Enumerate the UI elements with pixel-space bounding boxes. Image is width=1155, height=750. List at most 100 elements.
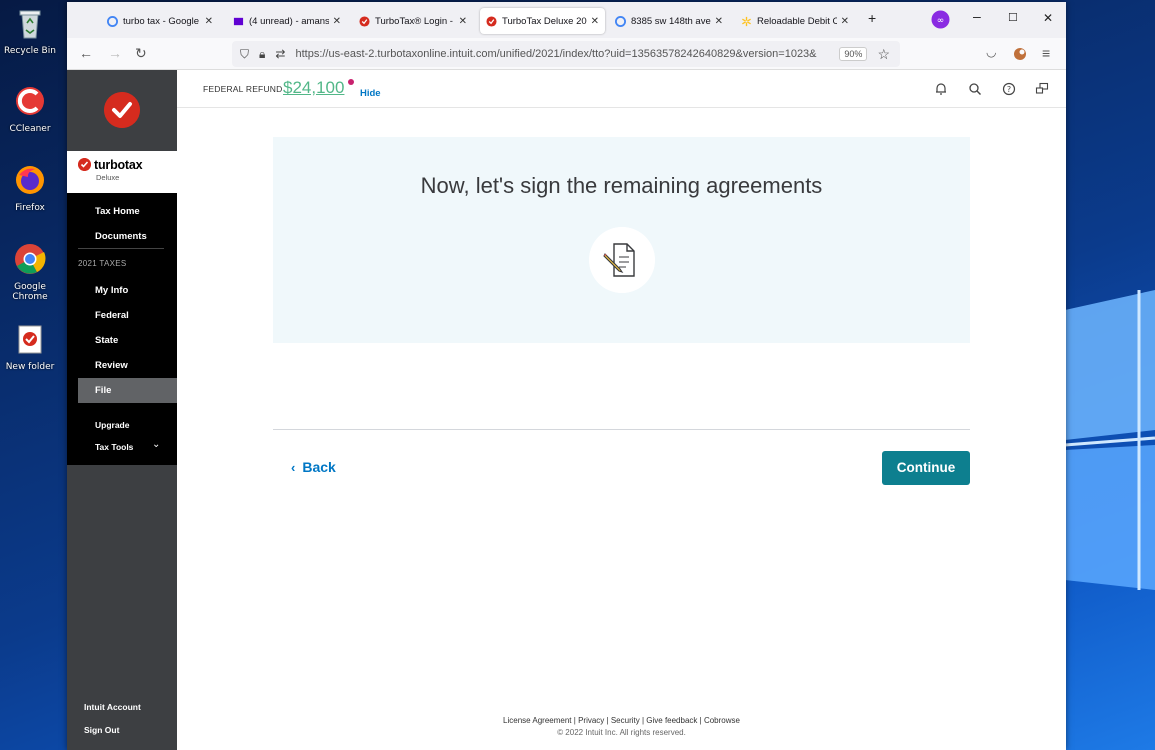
sidebar-item-documents[interactable]: Documents bbox=[95, 231, 147, 242]
profile-icon[interactable]: ∞ bbox=[931, 10, 950, 29]
extension-icon[interactable] bbox=[1013, 47, 1027, 61]
close-icon[interactable]: ✕ bbox=[333, 16, 341, 27]
lock-icon[interactable]: 🔒︎ bbox=[259, 47, 265, 62]
sidebar-section-label: 2021 TAXES bbox=[78, 259, 127, 268]
sidebar-sign-out[interactable]: Sign Out bbox=[84, 725, 119, 735]
federal-refund-amount[interactable]: $24,100 bbox=[283, 78, 344, 98]
turbotax-page: turbotax Deluxe Tax Home Documents 2021 … bbox=[67, 70, 1066, 750]
tab-address-search[interactable]: 8385 sw 148th ave n ✕ bbox=[609, 8, 729, 34]
footer-link-cobrowse[interactable]: Cobrowse bbox=[704, 716, 740, 725]
sidebar-item-state[interactable]: State bbox=[95, 335, 118, 346]
tab-turbotax-deluxe[interactable]: TurboTax Deluxe 20 ✕ bbox=[480, 8, 605, 34]
sidebar-intuit-account[interactable]: Intuit Account bbox=[84, 702, 141, 712]
turbotax-check-logo-icon[interactable] bbox=[104, 92, 140, 128]
ccleaner-icon bbox=[16, 87, 44, 115]
sign-document-icon bbox=[589, 227, 655, 293]
tab-label: 8385 sw 148th ave n bbox=[631, 15, 711, 27]
hide-refund-link[interactable]: Hide bbox=[360, 88, 381, 99]
desktop-icon-chrome[interactable]: Google Chrome bbox=[2, 242, 58, 302]
desktop-icon-firefox[interactable]: Firefox bbox=[2, 163, 58, 213]
back-button[interactable]: ‹ Back bbox=[291, 459, 336, 475]
desktop-icon-label: New folder bbox=[5, 362, 55, 372]
help-icon[interactable]: ? bbox=[1002, 82, 1016, 96]
brand-edition: Deluxe bbox=[96, 173, 120, 182]
top-bar: FEDERAL REFUND $24,100 Hide ? bbox=[177, 70, 1066, 108]
desktop-icon-label: Google Chrome bbox=[12, 282, 48, 302]
footer-link-security[interactable]: Security bbox=[611, 716, 640, 725]
folder-icon bbox=[18, 325, 42, 354]
windows-logo-wallpaper bbox=[1065, 290, 1155, 590]
svg-text:?: ? bbox=[1007, 85, 1011, 94]
close-window-icon[interactable]: ✕ bbox=[1043, 11, 1053, 25]
chevron-left-icon: ‹ bbox=[291, 460, 296, 475]
sidebar-item-file[interactable]: File bbox=[95, 385, 111, 396]
zoom-level[interactable]: 90% bbox=[839, 47, 868, 61]
shield-icon[interactable]: ⛉ bbox=[240, 47, 249, 62]
close-icon[interactable]: ✕ bbox=[841, 16, 849, 27]
reload-icon[interactable]: ↻ bbox=[135, 45, 147, 62]
sidebar-active-highlight bbox=[78, 378, 177, 403]
sidebar-header bbox=[67, 70, 177, 151]
maximize-icon[interactable]: ☐ bbox=[1008, 11, 1018, 24]
footer-link-license[interactable]: License Agreement bbox=[503, 716, 572, 725]
forward-arrow-icon[interactable]: → bbox=[108, 45, 122, 61]
sidebar-item-my-info[interactable]: My Info bbox=[95, 285, 128, 296]
brand-block: turbotax Deluxe bbox=[67, 151, 177, 193]
page-title: Now, let's sign the remaining agreements bbox=[420, 173, 823, 198]
desktop-icon-ccleaner[interactable]: CCleaner bbox=[2, 84, 58, 134]
turbotax-logo-icon bbox=[78, 158, 91, 171]
hero-panel: Now, let's sign the remaining agreements bbox=[273, 137, 970, 343]
mail-icon bbox=[233, 17, 244, 25]
desktop-icon-new-folder[interactable]: New folder bbox=[2, 322, 58, 372]
brand-name: turbotax bbox=[94, 158, 143, 172]
continue-button[interactable]: Continue bbox=[882, 451, 970, 485]
tab-label: turbo tax - Google S bbox=[123, 15, 201, 27]
pocket-icon[interactable]: ◡ bbox=[986, 45, 996, 59]
sidebar-nav: Tax Home Documents 2021 TAXES My Info Fe… bbox=[67, 193, 177, 465]
tab-label: (4 unread) - amansi bbox=[249, 15, 329, 27]
divider bbox=[273, 429, 970, 430]
close-icon[interactable]: ✕ bbox=[205, 16, 213, 27]
footer-copyright: © 2022 Intuit Inc. All rights reserved. bbox=[557, 728, 686, 737]
address-bar[interactable]: ⛉ 🔒︎ ⇄ https://us-east-2.turbotaxonline.… bbox=[232, 41, 900, 67]
footer-link-feedback[interactable]: Give feedback bbox=[646, 716, 697, 725]
google-icon bbox=[615, 15, 626, 27]
refund-indicator-dot bbox=[348, 79, 354, 85]
tab-label: TurboTax® Login - bbox=[375, 15, 453, 27]
sidebar-divider bbox=[78, 248, 164, 249]
tab-email[interactable]: (4 unread) - amansi ✕ bbox=[227, 8, 347, 34]
tab-turbotax-login[interactable]: TurboTax® Login - ✕ bbox=[353, 8, 473, 34]
sidebar-item-federal[interactable]: Federal bbox=[95, 310, 129, 321]
firefox-icon bbox=[16, 166, 44, 194]
page-footer: License Agreement | Privacy | Security |… bbox=[177, 715, 1066, 739]
close-icon[interactable]: ✕ bbox=[591, 16, 599, 27]
chevron-down-icon[interactable]: ⌄ bbox=[152, 439, 160, 450]
bell-icon[interactable] bbox=[934, 82, 948, 96]
sidebar-item-upgrade[interactable]: Upgrade bbox=[95, 420, 129, 430]
permissions-icon[interactable]: ⇄ bbox=[275, 47, 285, 61]
desktop-icon-recycle-bin[interactable]: Recycle Bin bbox=[2, 6, 58, 56]
back-arrow-icon[interactable]: ← bbox=[79, 45, 93, 61]
federal-refund-label: FEDERAL REFUND bbox=[203, 84, 283, 94]
back-button-label: Back bbox=[302, 459, 336, 475]
url-text[interactable]: https://us-east-2.turbotaxonline.intuit.… bbox=[295, 48, 839, 60]
chat-icon[interactable] bbox=[1035, 82, 1049, 96]
desktop-icon-label: CCleaner bbox=[9, 124, 51, 134]
walmart-spark-icon bbox=[742, 16, 751, 26]
tab-label: Reloadable Debit Ca bbox=[757, 15, 837, 27]
bookmark-star-icon[interactable]: ☆ bbox=[877, 46, 890, 63]
sidebar-item-review[interactable]: Review bbox=[95, 360, 128, 371]
footer-link-privacy[interactable]: Privacy bbox=[578, 716, 604, 725]
close-icon[interactable]: ✕ bbox=[715, 16, 723, 27]
sidebar-item-tax-home[interactable]: Tax Home bbox=[95, 206, 140, 217]
tab-google-search[interactable]: turbo tax - Google S ✕ bbox=[101, 8, 219, 34]
desktop-icon-label: Recycle Bin bbox=[4, 46, 56, 56]
search-icon[interactable] bbox=[968, 82, 982, 96]
tab-label: TurboTax Deluxe 20 bbox=[502, 15, 587, 27]
tab-debit-card[interactable]: Reloadable Debit Ca ✕ bbox=[735, 8, 855, 34]
new-tab-icon[interactable]: + bbox=[868, 10, 876, 26]
sidebar-item-tax-tools[interactable]: Tax Tools bbox=[95, 442, 133, 452]
close-icon[interactable]: ✕ bbox=[459, 16, 467, 27]
menu-icon[interactable]: ≡ bbox=[1042, 45, 1050, 61]
minimize-icon[interactable]: – bbox=[973, 8, 981, 24]
